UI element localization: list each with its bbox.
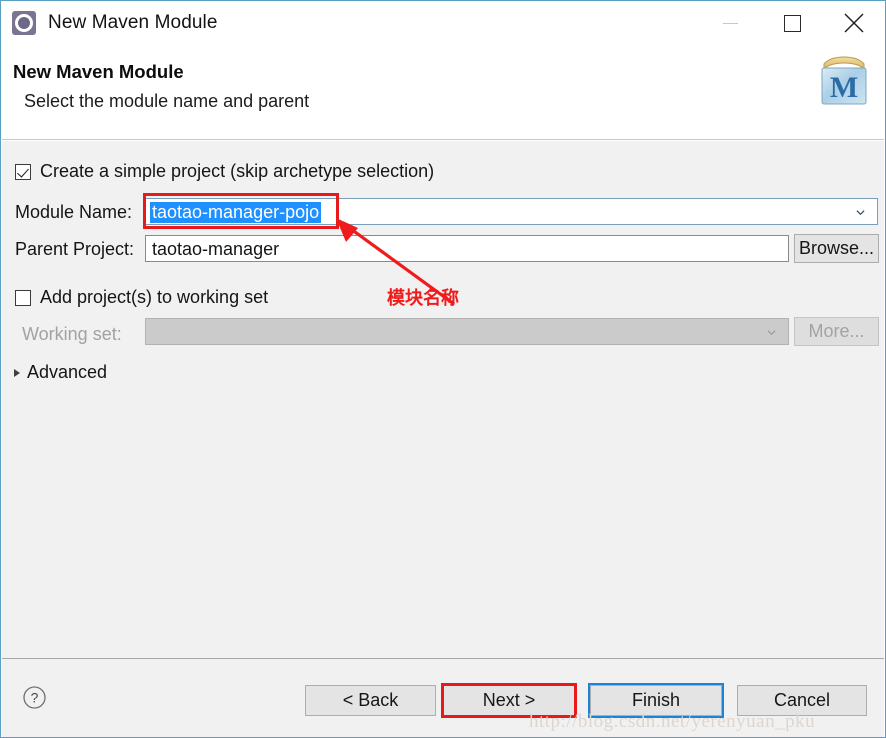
module-name-combo[interactable]: taotao-manager-pojo bbox=[145, 198, 878, 225]
window-controls bbox=[699, 1, 885, 45]
chevron-right-icon bbox=[14, 368, 20, 377]
module-name-label: Module Name: bbox=[15, 202, 133, 222]
advanced-label: Advanced bbox=[27, 362, 108, 382]
cancel-button[interactable]: Cancel bbox=[737, 685, 867, 716]
module-name-label-wrap: Module Name: bbox=[15, 202, 132, 223]
page-title: New Maven Module bbox=[13, 61, 184, 82]
dialog-header: New Maven Module Select the module name … bbox=[2, 45, 884, 140]
working-set-label: Working set: bbox=[22, 324, 122, 344]
next-button[interactable]: Next > bbox=[443, 685, 575, 716]
working-set-value bbox=[150, 322, 154, 343]
dialog-body: Create a simple project (skip archetype … bbox=[2, 141, 884, 658]
maximize-button[interactable] bbox=[761, 1, 823, 45]
parent-project-label: Parent Project: bbox=[15, 239, 135, 259]
working-set-label-wrap: Working set: bbox=[22, 324, 122, 345]
parent-project-label-wrap: Parent Project: bbox=[15, 239, 134, 260]
parent-project-input[interactable]: taotao-manager bbox=[145, 235, 789, 262]
back-button[interactable]: < Back bbox=[305, 685, 436, 716]
window-title: New Maven Module bbox=[48, 12, 218, 33]
more-button[interactable]: More... bbox=[794, 317, 879, 346]
chevron-down-icon bbox=[856, 210, 865, 216]
simple-project-label: Create a simple project (skip archetype … bbox=[40, 161, 435, 181]
dialog-footer: ? < Back Next > Finish Cancel bbox=[2, 658, 884, 737]
close-icon bbox=[844, 13, 864, 33]
new-maven-module-dialog: New Maven Module New Maven Module Select… bbox=[0, 0, 886, 738]
chevron-down-icon bbox=[767, 330, 776, 336]
maven-logo: M bbox=[821, 56, 867, 105]
add-working-set-label: Add project(s) to working set bbox=[40, 287, 269, 307]
minimize-button[interactable] bbox=[699, 1, 761, 45]
close-button[interactable] bbox=[823, 1, 885, 45]
simple-project-checkbox[interactable] bbox=[15, 163, 31, 180]
module-name-annotation-text: 模块名称 bbox=[387, 288, 459, 309]
svg-text:M: M bbox=[830, 71, 858, 104]
advanced-disclosure[interactable]: Advanced bbox=[14, 362, 107, 383]
module-name-input[interactable]: taotao-manager-pojo bbox=[150, 202, 322, 223]
add-working-set-row[interactable]: Add project(s) to working set bbox=[15, 287, 268, 308]
minimize-icon bbox=[722, 22, 738, 24]
finish-button[interactable]: Finish bbox=[590, 685, 722, 716]
maven-module-gear-icon bbox=[11, 10, 37, 36]
working-set-combo[interactable] bbox=[145, 318, 789, 345]
add-working-set-checkbox[interactable] bbox=[15, 289, 31, 306]
page-subtitle: Select the module name and parent bbox=[24, 91, 310, 111]
simple-project-row[interactable]: Create a simple project (skip archetype … bbox=[15, 161, 434, 182]
maximize-icon bbox=[783, 14, 801, 32]
help-icon[interactable]: ? bbox=[22, 685, 47, 710]
svg-text:?: ? bbox=[31, 690, 39, 706]
browse-button[interactable]: Browse... bbox=[794, 234, 879, 263]
title-bar: New Maven Module bbox=[1, 1, 885, 45]
